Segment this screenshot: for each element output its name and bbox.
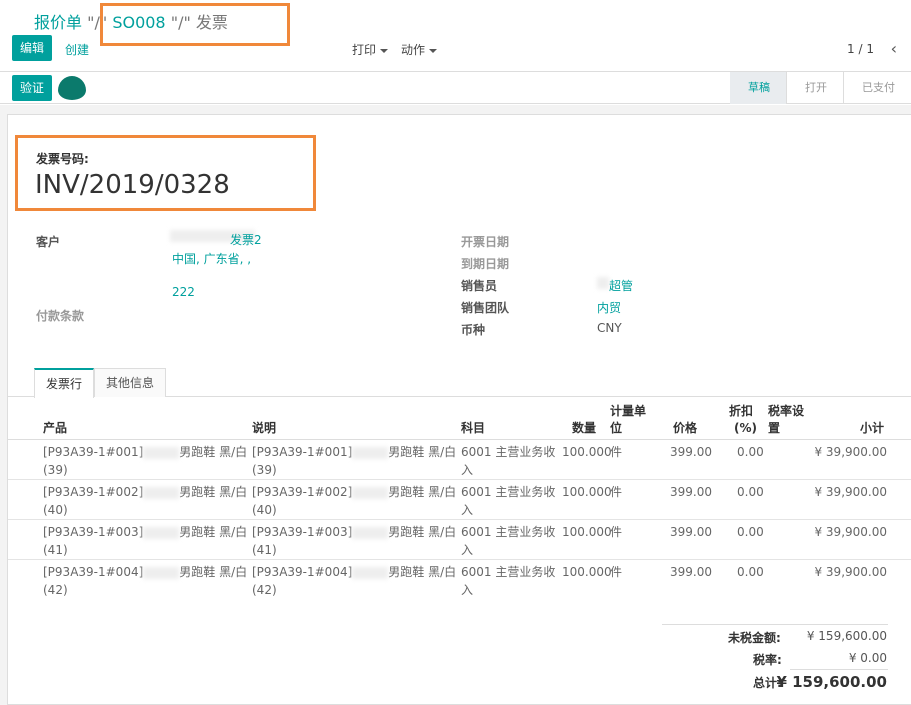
sales-team-value[interactable]: 内贸 bbox=[597, 299, 621, 316]
cell-discount: 0.00 bbox=[737, 565, 764, 579]
totals-divider bbox=[662, 624, 888, 625]
print-label: 打印 bbox=[352, 43, 377, 57]
cell-subtotal: ¥ 39,900.00 bbox=[814, 525, 887, 539]
caret-down-icon bbox=[380, 48, 389, 53]
payment-terms-label: 付款条款 bbox=[36, 309, 85, 323]
col-tax-line2: 置 bbox=[768, 421, 781, 435]
cell-description: [P93A39-1#002] 男跑鞋 黑/白 (40) bbox=[252, 485, 457, 517]
print-dropdown[interactable]: 打印 bbox=[352, 41, 389, 58]
action-label: 动作 bbox=[401, 43, 426, 57]
cell-product: [P93A39-1#003] 男跑鞋 黑/白 (41) bbox=[43, 525, 248, 557]
cell-product: [P93A39-1#002] 男跑鞋 黑/白 (40) bbox=[43, 485, 248, 517]
invoice-number: INV/2019/0328 bbox=[35, 170, 230, 200]
invoice-date-label: 开票日期 bbox=[461, 235, 510, 249]
cell-account: 6001 主营业务收入 bbox=[461, 525, 556, 557]
col-subtotal[interactable]: 小计 bbox=[860, 420, 884, 436]
salesperson-label: 销售员 bbox=[461, 279, 498, 293]
chevron-left-icon[interactable]: ‹ bbox=[891, 39, 897, 58]
status-step-draft[interactable]: 草稿 bbox=[730, 72, 786, 104]
cell-price: 399.00 bbox=[670, 485, 712, 499]
notebook-tabs: 发票行 其他信息 bbox=[34, 368, 167, 398]
col-discount-line2: (%) bbox=[734, 421, 757, 435]
cell-price: 399.00 bbox=[670, 525, 712, 539]
cell-qty: 100.000 bbox=[562, 445, 612, 459]
col-qty[interactable]: 数量 bbox=[572, 420, 596, 436]
salesperson-value[interactable]: 超管 bbox=[609, 277, 633, 294]
cell-uom: 件 bbox=[610, 525, 623, 539]
highlight-box bbox=[100, 3, 290, 46]
cell-discount: 0.00 bbox=[737, 525, 764, 539]
cell-price: 399.00 bbox=[670, 445, 712, 459]
currency-value: CNY bbox=[597, 321, 622, 335]
status-steps: 草稿 打开 已支付 bbox=[730, 72, 911, 104]
cell-subtotal: ¥ 39,900.00 bbox=[814, 565, 887, 579]
col-uom-line2: 位 bbox=[610, 421, 623, 435]
tab-other-info[interactable]: 其他信息 bbox=[94, 368, 167, 397]
cursor-blob bbox=[58, 76, 86, 100]
cell-price: 399.00 bbox=[670, 565, 712, 579]
tax-value: ¥ 0.00 bbox=[848, 651, 887, 665]
cell-account: 6001 主营业务收入 bbox=[461, 485, 556, 517]
col-discount-line1[interactable]: 折扣 bbox=[729, 403, 753, 419]
col-product[interactable]: 产品 bbox=[43, 420, 67, 436]
customer-name[interactable]: 发票2 bbox=[230, 231, 262, 248]
cell-product: [P93A39-1#001] 男跑鞋 黑/白 (39) bbox=[43, 445, 248, 477]
validate-button[interactable]: 验证 bbox=[12, 75, 52, 101]
cell-description: [P93A39-1#003] 男跑鞋 黑/白 (41) bbox=[252, 525, 457, 557]
status-step-open[interactable]: 打开 bbox=[786, 72, 843, 104]
customer-label: 客户 bbox=[36, 235, 61, 249]
action-dropdown[interactable]: 动作 bbox=[401, 41, 438, 58]
col-uom-line1[interactable]: 计量单 bbox=[610, 403, 646, 419]
sales-team-label: 销售团队 bbox=[461, 301, 510, 315]
breadcrumb-quotations[interactable]: 报价单 bbox=[34, 13, 82, 32]
customer-zip: 222 bbox=[172, 285, 195, 299]
cell-product: [P93A39-1#004] 男跑鞋 黑/白 (42) bbox=[43, 565, 248, 597]
untaxed-value: ¥ 159,600.00 bbox=[806, 629, 887, 643]
tax-label: 税率: bbox=[753, 653, 782, 667]
cell-description: [P93A39-1#004] 男跑鞋 黑/白 (42) bbox=[252, 565, 457, 597]
col-tax-line1[interactable]: 税率设 bbox=[768, 403, 804, 419]
cell-discount: 0.00 bbox=[737, 445, 764, 459]
total-value: ¥ 159,600.00 bbox=[776, 673, 887, 691]
cell-subtotal: ¥ 39,900.00 bbox=[814, 445, 887, 459]
cell-description: [P93A39-1#001] 男跑鞋 黑/白 (39) bbox=[252, 445, 457, 477]
col-account[interactable]: 科目 bbox=[461, 420, 485, 436]
cell-qty: 100.000 bbox=[562, 485, 612, 499]
cell-account: 6001 主营业务收入 bbox=[461, 565, 556, 597]
redacted-text bbox=[597, 277, 609, 289]
control-panel: 报价单 "/" SO008 "/" 发票 编辑 创建 打印 动作 1 / 1 ‹ bbox=[0, 0, 911, 72]
due-date-label: 到期日期 bbox=[461, 257, 510, 271]
col-price[interactable]: 价格 bbox=[673, 420, 697, 436]
cell-qty: 100.000 bbox=[562, 525, 612, 539]
pager-value[interactable]: 1 / 1 bbox=[847, 42, 874, 56]
edit-button[interactable]: 编辑 bbox=[12, 35, 52, 61]
cell-uom: 件 bbox=[610, 445, 623, 459]
col-description[interactable]: 说明 bbox=[252, 420, 276, 436]
invoice-number-label: 发票号码: bbox=[36, 152, 89, 166]
untaxed-label: 未税金额: bbox=[728, 631, 781, 645]
cell-account: 6001 主营业务收入 bbox=[461, 445, 556, 477]
totals-divider bbox=[790, 669, 888, 670]
currency-label: 币种 bbox=[461, 323, 486, 337]
cell-subtotal: ¥ 39,900.00 bbox=[814, 485, 887, 499]
status-step-paid[interactable]: 已支付 bbox=[843, 72, 911, 104]
customer-address: 中国, 广东省, , bbox=[172, 252, 252, 266]
cell-uom: 件 bbox=[610, 485, 623, 499]
cell-discount: 0.00 bbox=[737, 485, 764, 499]
cell-qty: 100.000 bbox=[562, 565, 612, 579]
tab-invoice-lines[interactable]: 发票行 bbox=[34, 368, 95, 398]
caret-down-icon bbox=[429, 48, 438, 53]
create-button[interactable]: 创建 bbox=[65, 41, 89, 58]
cell-uom: 件 bbox=[610, 565, 623, 579]
